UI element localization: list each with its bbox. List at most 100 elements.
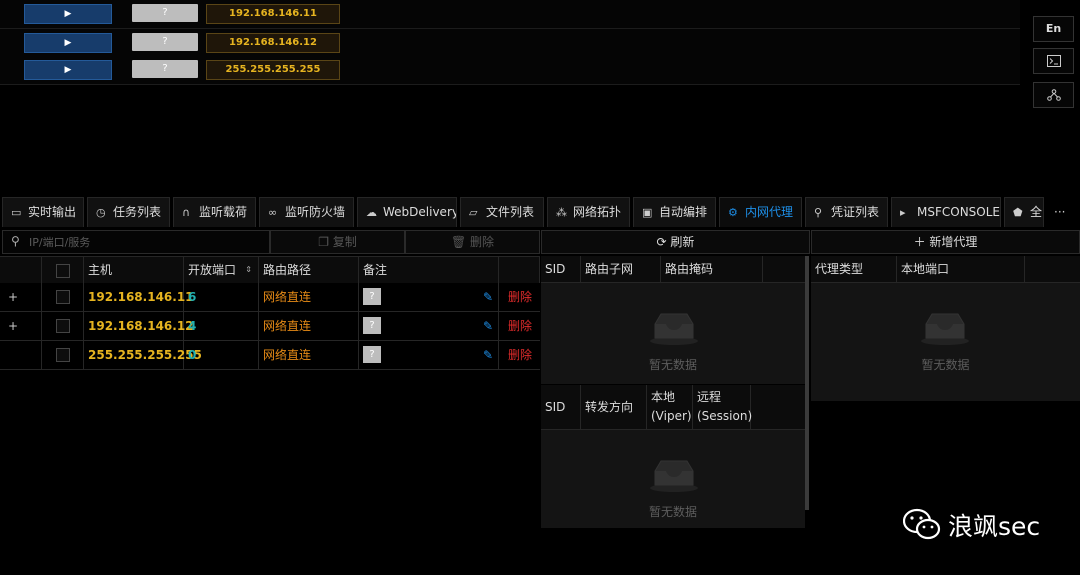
tab-task-list[interactable]: ◷ 任务列表 <box>87 197 170 227</box>
row-checkbox[interactable] <box>56 319 70 333</box>
tab-label: WebDelivery <box>383 205 457 219</box>
tab-auto-orchestration[interactable]: ▣ 自动编排 <box>633 197 716 227</box>
routes-header: SID 路由子网 路由掩码 <box>541 256 805 283</box>
table-row: + 192.168.146.11 6 网络直连 ? ✎ 删除 <box>0 283 540 312</box>
link-icon: ∞ <box>268 206 278 219</box>
tab-file-list[interactable]: ▱ 文件列表 <box>460 197 544 227</box>
tab-msfconsole[interactable]: ▸ MSFCONSOLE <box>891 197 1001 227</box>
table-header: 主机 开放端口 ⇕ 路由路径 备注 <box>0 256 540 284</box>
tab-realtime-output[interactable]: ▭ 实时输出 <box>2 197 84 227</box>
search-input[interactable] <box>27 233 261 251</box>
proxy-header: 代理类型 本地端口 <box>811 256 1080 283</box>
network-button[interactable] <box>1033 82 1074 108</box>
remote-header-line2: (Session) <box>697 409 753 423</box>
session-play-button[interactable]: ▶ <box>24 33 112 53</box>
select-all-checkbox[interactable] <box>56 264 70 278</box>
copy-button[interactable]: ❐ 复制 <box>270 230 405 254</box>
table-row: 255.255.255.255 0 网络直连 ? ✎ 删除 <box>0 341 540 370</box>
port-count-cell[interactable]: 0 <box>184 341 259 369</box>
session-note-button[interactable]: ? <box>132 60 198 78</box>
proxy-type-header: 代理类型 <box>811 256 897 282</box>
routes-empty-text: 暂无数据 <box>648 358 697 372</box>
remote-header-line1: 远程 <box>697 390 722 404</box>
monitor-icon: ▭ <box>11 206 22 219</box>
tab-listener-payload[interactable]: ∩ 监听载荷 <box>173 197 256 227</box>
tab-label: 自动编排 <box>659 205 708 219</box>
session-host: 255.255.255.255 <box>206 60 340 80</box>
delete-row-button[interactable]: 删除 <box>508 312 532 340</box>
tab-label: 网络拓扑 <box>573 205 622 219</box>
host-column-header: 主机 <box>84 257 184 283</box>
forwards-header: SID 转发方向 本地 (Viper) 远程 (Session) <box>541 385 805 430</box>
note-button[interactable]: ? <box>363 288 381 305</box>
tab-intranet-proxy[interactable]: ⚙ 内网代理 <box>719 197 802 227</box>
refresh-button[interactable]: ⟳ 刷新 <box>541 230 810 254</box>
proxy-icon: ⚙ <box>728 206 738 219</box>
topology-icon: ⁂ <box>556 206 567 219</box>
edit-icon[interactable]: ✎ <box>483 283 493 311</box>
direction-header: 转发方向 <box>581 385 647 429</box>
note-button[interactable]: ? <box>363 346 381 363</box>
wechat-logo-icon <box>903 508 941 540</box>
select-all-cell <box>42 257 84 283</box>
tab-label: 任务列表 <box>113 205 162 219</box>
headphones-icon: ∩ <box>182 206 191 219</box>
tab-more-button[interactable]: ··· <box>1054 205 1065 219</box>
session-play-button[interactable]: ▶ <box>24 4 112 24</box>
forwards-empty-text: 暂无数据 <box>648 505 697 519</box>
copy-label: 复制 <box>332 235 357 249</box>
port-count-cell[interactable]: 6 <box>184 283 259 311</box>
row-checkbox[interactable] <box>56 348 70 362</box>
gem-icon: ⬟ <box>1013 206 1023 219</box>
delete-label: 删除 <box>470 235 495 249</box>
note-button[interactable]: ? <box>363 317 381 334</box>
action-column-header <box>499 257 540 283</box>
tab-credential-list[interactable]: ⚲ 凭证列表 <box>805 197 888 227</box>
tab-label: 内网代理 <box>745 205 794 219</box>
language-button[interactable]: En <box>1033 16 1074 42</box>
session-play-button[interactable]: ▶ <box>24 60 112 80</box>
row-checkbox[interactable] <box>56 290 70 304</box>
session-row: ▶ ? 192.168.146.11 <box>0 0 1020 29</box>
table-row: + 192.168.146.12 4 网络直连 ? ✎ 删除 <box>0 312 540 341</box>
local-header: 本地 (Viper) <box>647 385 693 429</box>
scrollbar[interactable] <box>805 256 809 510</box>
delete-selected-button[interactable]: 🗑 删除 <box>405 230 540 254</box>
empty-inbox-icon <box>921 313 969 345</box>
empty-inbox-icon <box>650 460 698 492</box>
tab-label: 监听防火墙 <box>285 205 346 219</box>
tab-label: 文件列表 <box>486 205 535 219</box>
delete-row-button[interactable]: 删除 <box>508 341 532 369</box>
expand-icon[interactable]: + <box>8 312 18 340</box>
tab-bar: ▭ 实时输出 ◷ 任务列表 ∩ 监听载荷 ∞ 监听防火墙 ☁ WebDelivery ▱ 文… <box>0 197 1080 228</box>
tab-label: 凭证列表 <box>831 205 880 219</box>
route-cell: 网络直连 <box>259 283 359 311</box>
expand-icon[interactable]: + <box>8 283 18 311</box>
terminal-button[interactable] <box>1033 48 1074 74</box>
edit-icon[interactable]: ✎ <box>483 312 493 340</box>
edit-icon[interactable]: ✎ <box>483 341 493 369</box>
expand-header <box>0 257 42 283</box>
sort-icon: ⇕ <box>245 265 252 274</box>
tab-webdelivery[interactable]: ☁ WebDelivery <box>357 197 457 227</box>
session-note-button[interactable]: ? <box>132 4 198 22</box>
add-proxy-button[interactable]: ＋ 新增代理 <box>811 230 1080 254</box>
tab-network-topology[interactable]: ⁂ 网络拓扑 <box>547 197 630 227</box>
routes-table: SID 路由子网 路由掩码 暂无数据 <box>541 256 805 384</box>
plus-icon: ＋ <box>913 235 930 249</box>
delete-row-button[interactable]: 删除 <box>508 283 532 311</box>
copy-icon: ❐ <box>318 235 333 249</box>
tab-listener-firewall[interactable]: ∞ 监听防火墙 <box>259 197 354 227</box>
port-count-cell[interactable]: 4 <box>184 312 259 340</box>
session-host: 192.168.146.12 <box>206 33 340 53</box>
host-cell: 255.255.255.255 <box>84 341 202 369</box>
console-icon: ▸ <box>900 206 906 219</box>
tab-all[interactable]: ⬟ 全 <box>1004 197 1044 227</box>
session-note-button[interactable]: ? <box>132 33 198 51</box>
session-host: 192.168.146.11 <box>206 4 340 24</box>
ports-column-header[interactable]: 开放端口 ⇕ <box>184 257 259 283</box>
remote-header: 远程 (Session) <box>693 385 753 429</box>
tab-label: 全 <box>1030 205 1043 219</box>
route-cell: 网络直连 <box>259 341 359 369</box>
empty-inbox-icon <box>650 313 698 345</box>
